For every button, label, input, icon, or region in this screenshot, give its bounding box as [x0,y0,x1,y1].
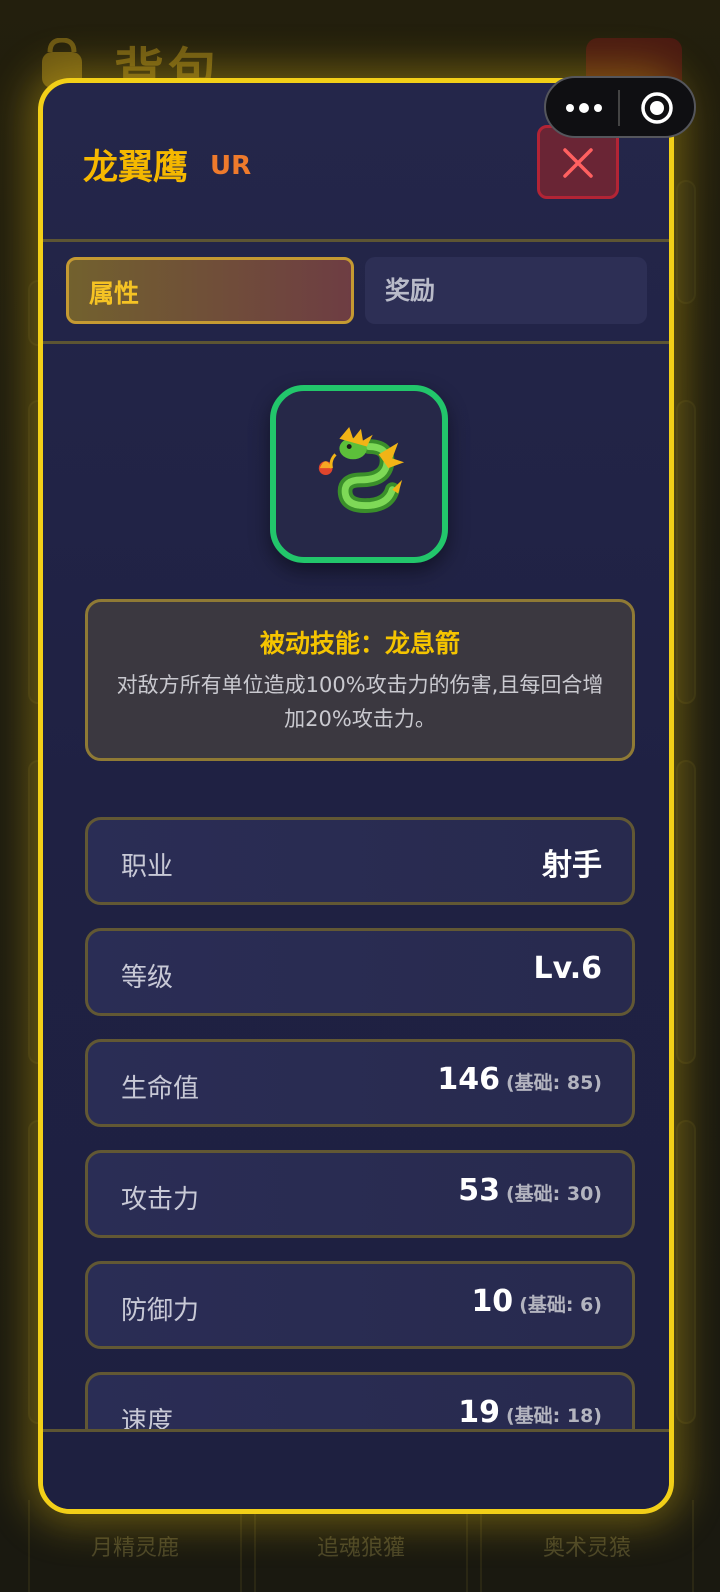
capsule-divider [618,90,620,126]
stat-base-value: (基础: 30) [505,1183,602,1205]
background-tile [676,1120,696,1424]
background-tile [676,180,696,304]
background-tile [676,400,696,704]
dragon-icon [318,426,405,513]
tab-bar: 属性 奖励 [43,239,669,344]
stat-label: 攻击力 [121,1185,200,1215]
hero-avatar [270,385,448,563]
miniprogram-capsule [544,76,696,138]
tab-rewards[interactable]: 奖励 [365,257,647,324]
stat-value: 10 [471,1284,514,1319]
hero-detail-modal: 龙翼鹰 UR 属性 奖励 被动技能：龙息箭 对敌方所有单位造成100%攻击力的伤… [38,78,674,1514]
tab-attributes[interactable]: 属性 [66,257,354,324]
stat-label: 等级 [121,963,174,993]
stat-value: 53 [458,1173,500,1208]
stat-base-value: (基础: 6) [519,1294,602,1316]
background-bottom-item-label: 追魂狼獾 [316,1536,405,1561]
skill-description: 对敌方所有单位造成100%攻击力的伤害,且每回合增加20%攻击力。 [116,673,604,731]
stat-base-value: (基础: 18) [505,1405,602,1427]
skill-title: 被动技能：龙息箭 [259,629,460,658]
stat-row-level: 等级 Lv.6 [85,928,635,1016]
exit-icon[interactable] [640,91,674,125]
stat-row-attack: 攻击力 53 (基础: 30) [85,1150,635,1238]
stat-value: 19 [458,1395,500,1430]
stat-value: 射手 [542,848,602,883]
background-bottom-item-label: 月精灵鹿 [90,1536,179,1561]
more-icon[interactable] [564,102,604,114]
stat-label: 职业 [121,852,174,882]
hero-name: 龙翼鹰 [83,148,189,188]
rarity-badge: UR [210,151,252,181]
modal-footer [43,1429,669,1509]
stat-row-defense: 防御力 10 (基础: 6) [85,1261,635,1349]
stat-label: 生命值 [121,1074,200,1104]
stat-label: 防御力 [121,1296,200,1326]
stat-base-value: (基础: 85) [505,1072,602,1094]
stat-value: 146 [437,1062,500,1097]
background-tile [676,760,696,1064]
skill-panel: 被动技能：龙息箭 对敌方所有单位造成100%攻击力的伤害,且每回合增加20%攻击… [85,599,635,761]
close-icon [563,148,593,178]
tab-label: 奖励 [385,276,436,305]
stat-value: Lv.6 [533,951,603,986]
background-bottom-item-label: 奥术灵猿 [542,1536,631,1561]
stat-row-hp: 生命值 146 (基础: 85) [85,1039,635,1127]
tab-label: 属性 [89,279,140,308]
stat-row-class: 职业 射手 [85,817,635,905]
